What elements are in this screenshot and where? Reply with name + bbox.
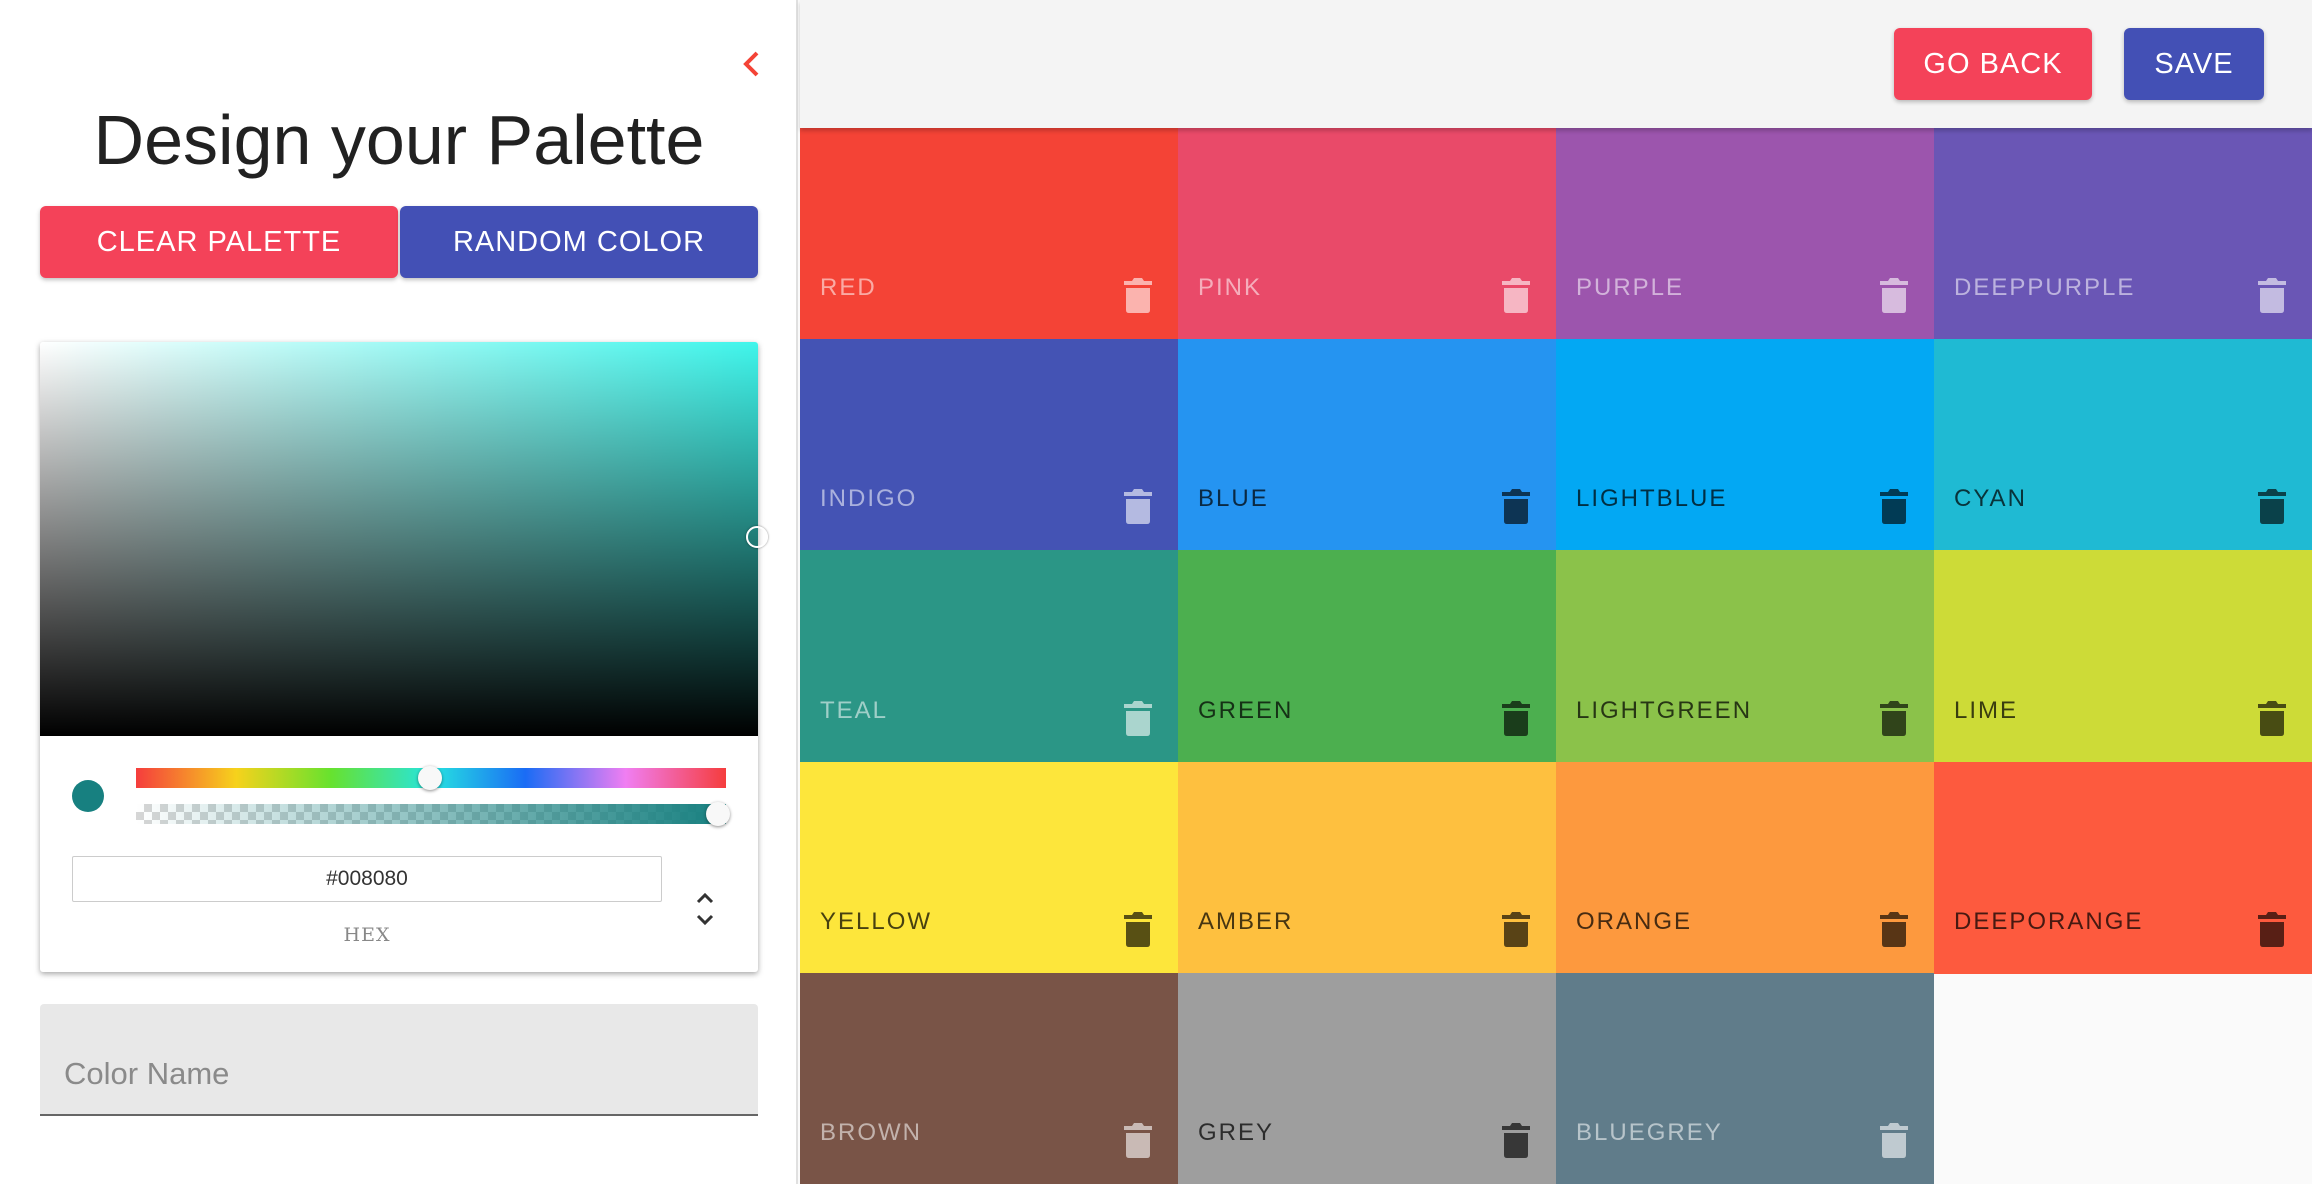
color-box[interactable]: RED [800,128,1178,341]
go-back-button[interactable]: GO BACK [1894,28,2092,100]
color-box[interactable]: PINK [1178,128,1556,341]
random-color-button[interactable]: RANDOM COLOR [400,206,758,278]
delete-icon[interactable] [1502,910,1530,948]
color-box[interactable]: CYAN [1934,339,2312,552]
color-box[interactable]: ORANGE [1556,761,1934,974]
color-name-input[interactable] [64,1056,724,1092]
color-box-name: INDIGO [820,485,918,513]
color-picker: HEX [40,342,768,972]
delete-icon[interactable] [1880,699,1908,737]
color-box[interactable]: AMBER [1178,761,1556,974]
delete-icon[interactable] [1502,487,1530,525]
format-toggle-icon[interactable] [690,884,720,936]
color-box-name: CYAN [1954,485,2027,513]
color-box-name: YELLOW [820,907,933,935]
delete-icon[interactable] [2258,910,2286,948]
color-box[interactable]: PURPLE [1556,128,1934,341]
color-box[interactable]: DEEPPURPLE [1934,128,2312,341]
color-box-name: DEEPORANGE [1954,907,2144,935]
delete-icon[interactable] [2258,276,2286,314]
color-box[interactable]: TEAL [800,550,1178,763]
delete-icon[interactable] [1124,1121,1152,1159]
palette-grid: RED PINK PURPLE DEEPPURPLE INDIGO BLUE LIGHTBL… [800,128,2312,1184]
color-box[interactable]: BROWN [800,972,1178,1184]
color-box[interactable]: YELLOW [800,761,1178,974]
clear-palette-button[interactable]: CLEAR PALETTE [40,206,398,278]
color-box-name: RED [820,274,877,302]
color-box[interactable]: INDIGO [800,339,1178,552]
delete-icon[interactable] [1502,1121,1530,1159]
color-name-field[interactable] [40,1004,758,1116]
hex-input[interactable] [72,856,662,902]
delete-icon[interactable] [2258,699,2286,737]
chevron-left-icon[interactable] [736,44,766,84]
delete-icon[interactable] [1124,276,1152,314]
delete-icon[interactable] [1502,276,1530,314]
color-box[interactable]: GREEN [1178,550,1556,763]
color-box-name: GREY [1198,1118,1275,1146]
hue-slider-thumb[interactable] [418,766,442,790]
delete-icon[interactable] [1880,1121,1908,1159]
color-box[interactable]: GREY [1178,972,1556,1184]
color-box-name: TEAL [820,696,889,724]
color-box[interactable]: LIME [1934,550,2312,763]
delete-icon[interactable] [1880,487,1908,525]
color-box-name: PURPLE [1576,274,1685,302]
color-box-name: AMBER [1198,907,1294,935]
color-preview-swatch [72,780,104,812]
color-box[interactable]: BLUE [1178,339,1556,552]
color-box-name: BROWN [820,1118,922,1146]
color-box[interactable]: DEEPORANGE [1934,761,2312,974]
sidebar: Design your Palette CLEAR PALETTE RANDOM… [0,0,798,1184]
top-bar: GO BACK SAVE [800,0,2312,128]
color-box-name: LIGHTBLUE [1576,485,1728,513]
color-box-name: LIME [1954,696,2019,724]
delete-icon[interactable] [1124,699,1152,737]
color-box[interactable]: BLUEGREY [1556,972,1934,1184]
saturation-cursor[interactable] [746,526,768,548]
delete-icon[interactable] [1880,276,1908,314]
color-box-name: BLUEGREY [1576,1118,1723,1146]
color-box-name: GREEN [1198,696,1294,724]
save-button[interactable]: SAVE [2124,28,2264,100]
delete-icon[interactable] [1502,699,1530,737]
saturation-area[interactable] [40,342,758,736]
alpha-slider[interactable] [136,804,726,824]
color-box-name: DEEPPURPLE [1954,274,2136,302]
delete-icon[interactable] [1124,910,1152,948]
alpha-slider-thumb[interactable] [706,802,730,826]
color-box-name: BLUE [1198,485,1269,513]
color-box[interactable]: LIGHTBLUE [1556,339,1934,552]
hex-format-label: HEX [343,924,391,946]
delete-icon[interactable] [1880,910,1908,948]
color-box-name: PINK [1198,274,1263,302]
page-title: Design your Palette [93,101,705,179]
color-box-name: LIGHTGREEN [1576,696,1753,724]
delete-icon[interactable] [1124,487,1152,525]
color-box-name: ORANGE [1576,907,1693,935]
color-box[interactable]: LIGHTGREEN [1556,550,1934,763]
delete-icon[interactable] [2258,487,2286,525]
